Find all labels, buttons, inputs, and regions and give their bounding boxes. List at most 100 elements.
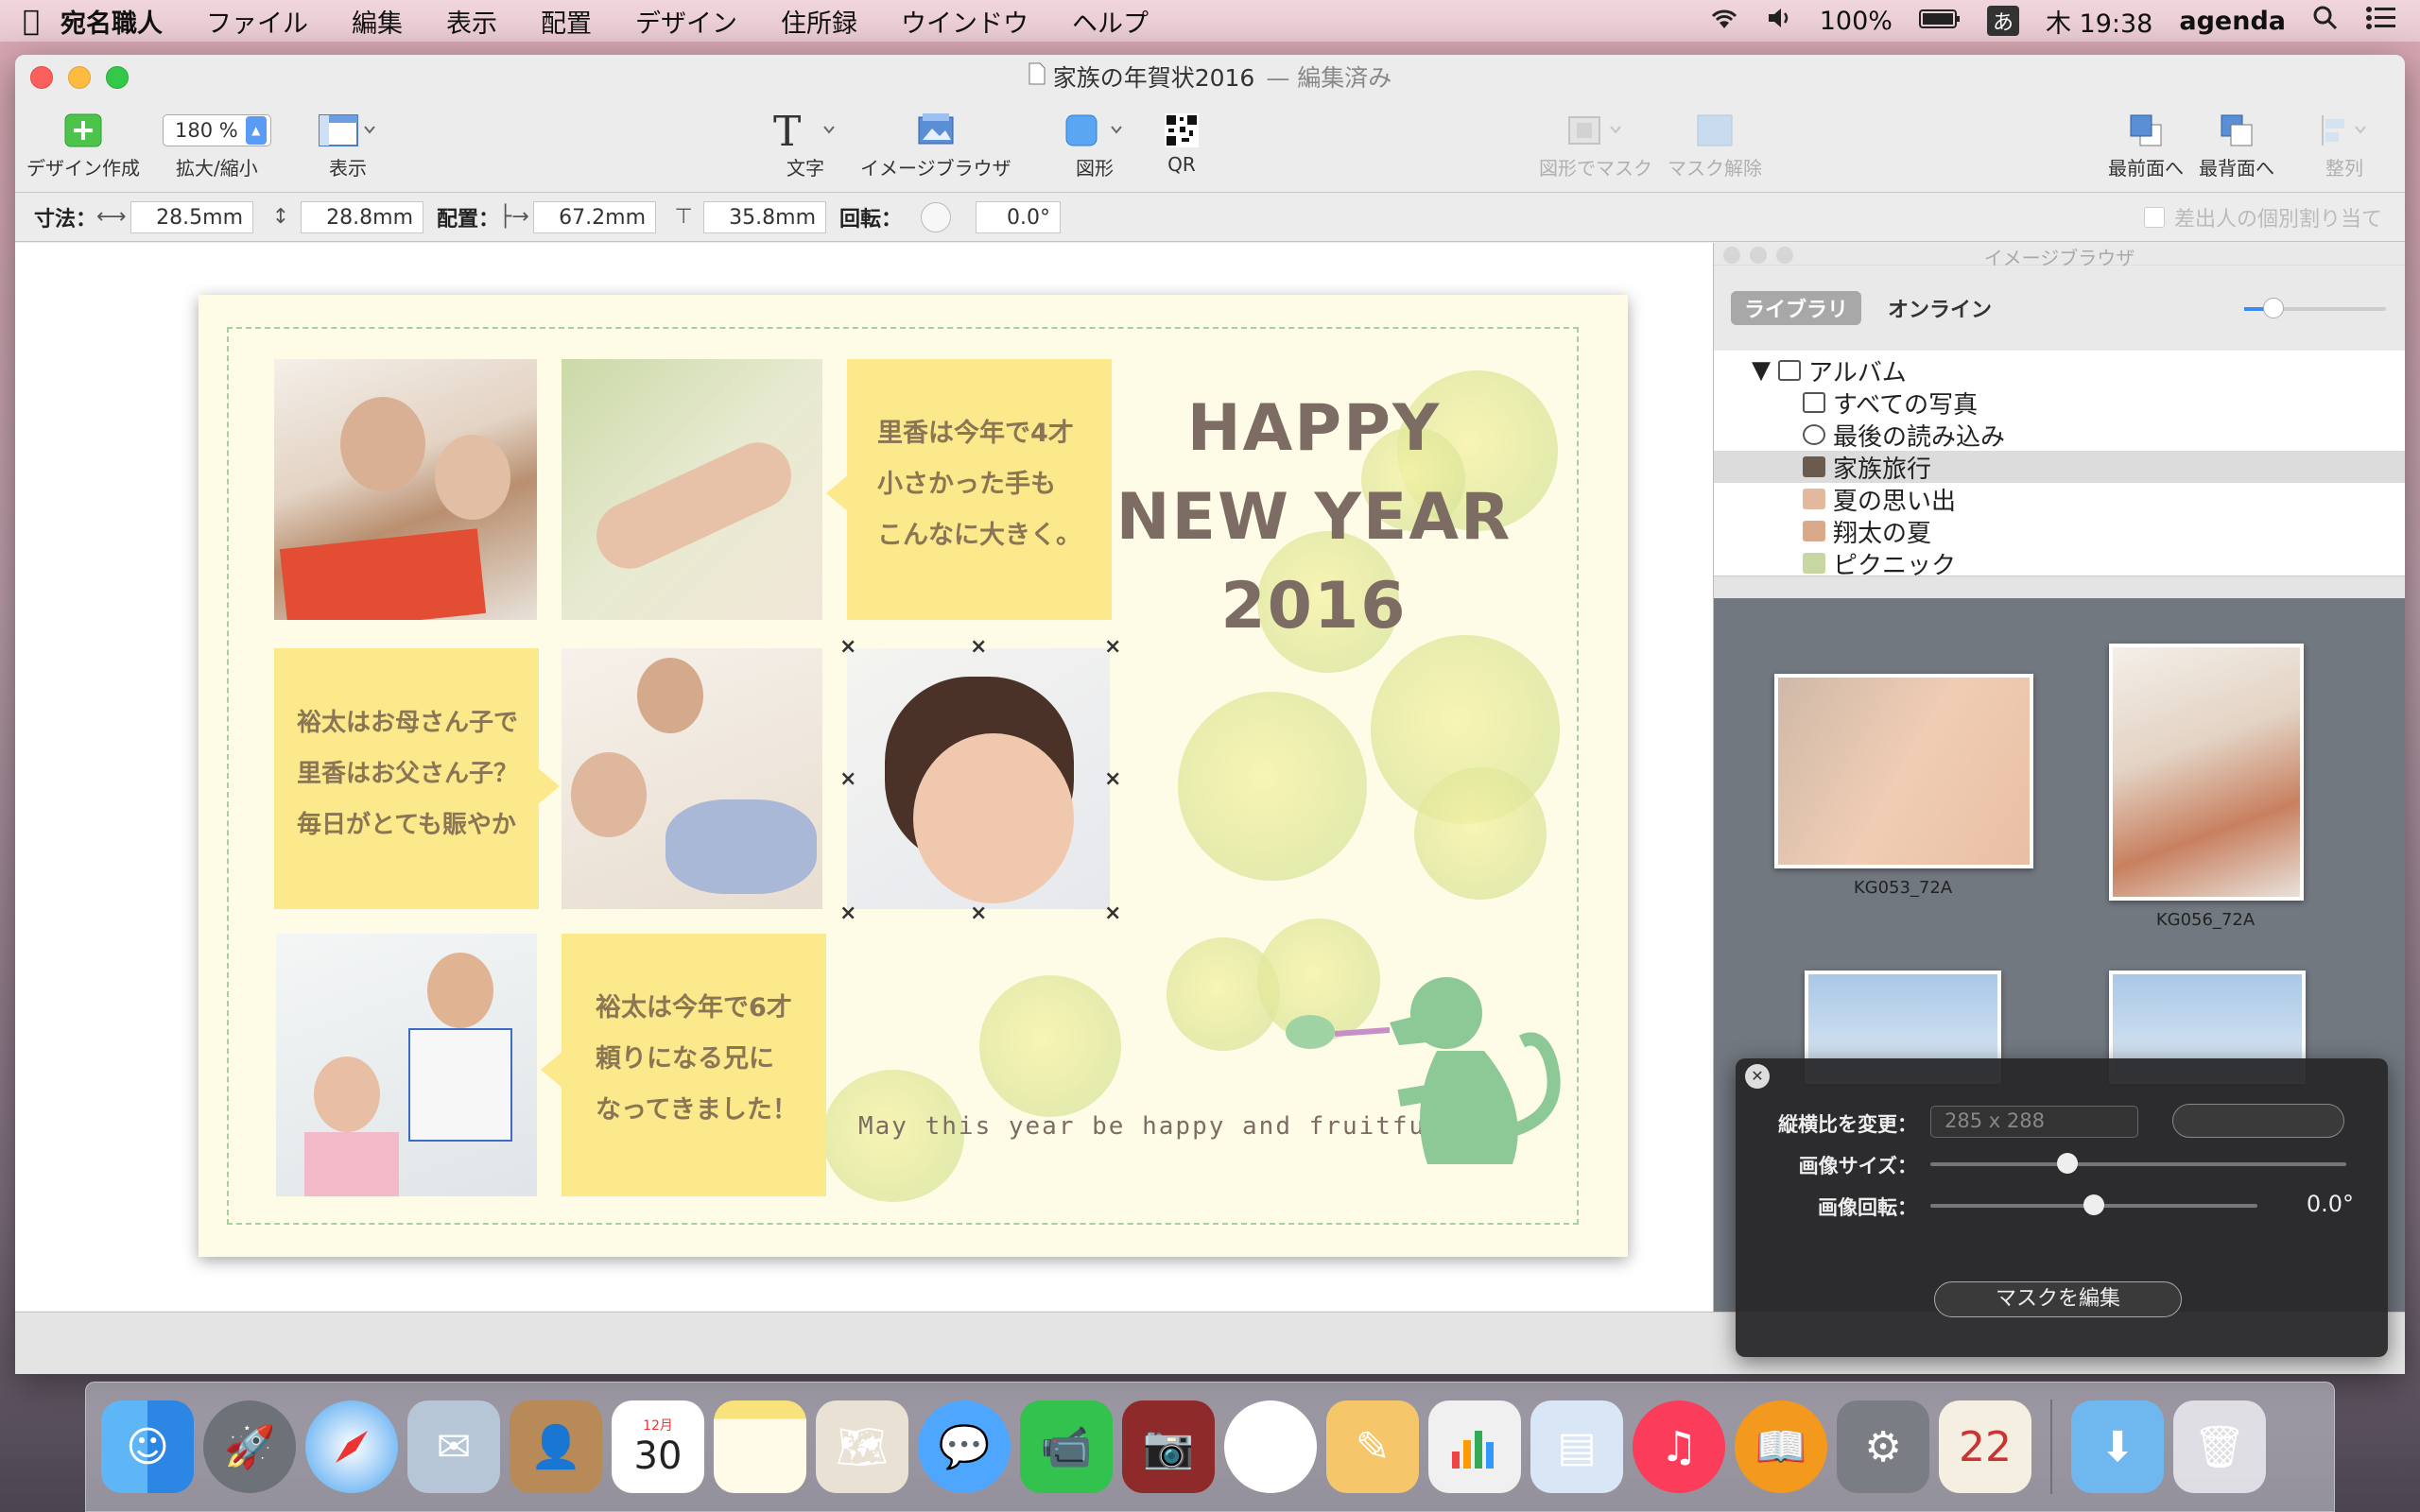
contacts-icon[interactable]: 👤 [510, 1400, 602, 1493]
happy-new-year-text[interactable]: HAPPY NEW YEAR 2016 [1115, 385, 1512, 651]
image-size-slider[interactable] [1930, 1162, 2346, 1166]
zoom-control[interactable]: 180 % ▲ 拡大/縮小 [163, 108, 271, 180]
notes-icon[interactable] [714, 1400, 806, 1493]
width-field[interactable]: 28.5mm [130, 200, 254, 233]
minimize-window-button[interactable] [68, 66, 91, 89]
thumbnail-size-slider[interactable] [2244, 298, 2386, 318]
x-position-field[interactable]: 67.2mm [533, 200, 657, 233]
speech-bubble-rika[interactable]: 里香は今年で4才 小さかった手も こんなに大きく。 [847, 359, 1112, 620]
menu-view[interactable]: 表示 [446, 3, 497, 40]
postcard[interactable]: 里香は今年で4才 小さかった手も こんなに大きく。 裕太はお母さん子で 里香はお… [199, 295, 1628, 1257]
wifi-icon[interactable] [1708, 6, 1740, 37]
image-browser-button[interactable]: イメージブラウザ [860, 108, 1011, 180]
tree-row-album[interactable]: ▼ アルバム [1714, 354, 2405, 387]
tab-online[interactable]: オンライン [1888, 293, 1992, 323]
safari-icon[interactable] [305, 1400, 398, 1493]
shape-tool-button[interactable]: 図形 [1061, 108, 1129, 180]
tree-row-all-photos[interactable]: すべての写真 [1714, 387, 2405, 420]
tree-row-shota-summer[interactable]: 翔太の夏 [1714, 515, 2405, 548]
itunes-icon[interactable]: ♫ [1633, 1400, 1725, 1493]
speech-bubble-yuta-rika[interactable]: 裕太はお母さん子で 里香はお父さん子？ 毎日がとても賑やか [274, 648, 539, 909]
atena-shokunin-icon[interactable]: 22 [1939, 1400, 2031, 1493]
selection-handle[interactable]: × [970, 902, 987, 925]
sender-assign-checkbox[interactable]: 差出人の個別割り当て [2143, 202, 2382, 232]
thumbnail-kg056[interactable] [2109, 644, 2304, 901]
rotation-field[interactable]: 0.0° [976, 200, 1062, 233]
menu-help[interactable]: ヘルプ [1072, 3, 1149, 40]
messages-icon[interactable]: 💬 [918, 1400, 1011, 1493]
mail-icon[interactable]: ✉ [407, 1400, 500, 1493]
menu-user-name[interactable]: agenda [2179, 7, 2286, 36]
launchpad-icon[interactable]: 🚀 [203, 1400, 296, 1493]
selection-handle[interactable]: × [839, 767, 856, 791]
system-preferences-icon[interactable]: ⚙ [1837, 1400, 1929, 1493]
maps-icon[interactable]: 🗺 [816, 1400, 908, 1493]
photo-girl-smiling[interactable] [847, 648, 1110, 909]
zoom-stepper-icon[interactable]: ▲ [245, 116, 267, 145]
close-icon[interactable]: ✕ [1745, 1064, 1770, 1089]
aspect-ratio-button[interactable] [2172, 1104, 2344, 1138]
finder-icon[interactable]: ☺ [101, 1400, 194, 1493]
tree-row-last-import[interactable]: 最後の読み込み [1714, 419, 2405, 452]
image-size-slider-knob[interactable] [2057, 1153, 2079, 1174]
design-canvas[interactable]: 里香は今年で4才 小さかった手も こんなに大きく。 裕太はお母さん子で 里香はお… [15, 243, 1715, 1311]
trash-icon[interactable]: 🗑 [2173, 1400, 2266, 1493]
text-tool-button[interactable]: T 文字 [771, 108, 839, 180]
panel-minimize-button[interactable] [1750, 247, 1767, 264]
menu-window[interactable]: ウインドウ [901, 3, 1028, 40]
selection-handle[interactable]: × [839, 635, 856, 659]
photo-father-son-reading[interactable] [274, 359, 537, 620]
selection-handle[interactable]: × [839, 902, 856, 925]
menu-address-book[interactable]: 住所録 [781, 3, 857, 40]
apple-menu-icon[interactable]:  [23, 5, 60, 38]
monkey-illustration[interactable] [1267, 947, 1579, 1183]
rotation-dial[interactable] [921, 201, 952, 232]
menu-file[interactable]: ファイル [206, 3, 308, 40]
bring-to-front-button[interactable]: 最前面へ [2108, 108, 2184, 180]
speech-bubble-yuta[interactable]: 裕太は今年で6才 頼りになる兄に なってきました！ [562, 934, 826, 1196]
numbers-icon[interactable] [1428, 1400, 1521, 1493]
facetime-icon[interactable]: 📹 [1020, 1400, 1113, 1493]
disclosure-triangle-icon[interactable]: ▼ [1752, 356, 1771, 385]
height-field[interactable]: 28.8mm [301, 200, 424, 233]
menu-clock[interactable]: 木 19:38 [2046, 3, 2152, 40]
design-create-button[interactable]: デザイン作成 [26, 108, 140, 180]
send-to-back-button[interactable]: 最背面へ [2199, 108, 2274, 180]
menu-app-name[interactable]: 宛名職人 [60, 3, 163, 40]
close-window-button[interactable] [30, 66, 53, 89]
spotlight-search-icon[interactable] [2312, 5, 2339, 38]
thumbnail-kg053[interactable] [1774, 674, 2033, 868]
menu-edit[interactable]: 編集 [352, 3, 403, 40]
tree-row-summer-memories[interactable]: 夏の思い出 [1714, 483, 2405, 516]
align-button[interactable]: 整列 [2316, 108, 2373, 180]
downloads-folder-icon[interactable]: ⬇ [2071, 1400, 2164, 1493]
tab-library[interactable]: ライブラリ [1731, 291, 1862, 325]
selection-handle[interactable]: × [1104, 902, 1121, 925]
image-rotate-slider-knob[interactable] [2083, 1194, 2104, 1215]
ibooks-icon[interactable]: 📖 [1735, 1400, 1827, 1493]
selection-handle[interactable]: × [1104, 767, 1121, 791]
menu-design[interactable]: デザイン [635, 3, 737, 40]
keynote-icon[interactable]: ▤ [1530, 1400, 1623, 1493]
panel-zoom-button[interactable] [1776, 247, 1793, 264]
photo-holding-hands[interactable] [562, 359, 822, 620]
zoom-value[interactable]: 180 % [175, 119, 238, 142]
selection-handle[interactable]: × [970, 635, 987, 659]
zoom-window-button[interactable] [106, 66, 129, 89]
checkbox-box[interactable] [2143, 206, 2165, 228]
photo-booth-icon[interactable]: 📷 [1122, 1400, 1215, 1493]
input-method-indicator[interactable]: あ [1986, 6, 2019, 36]
tree-row-family-trip[interactable]: 家族旅行 [1714, 451, 2405, 484]
volume-icon[interactable] [1767, 6, 1793, 37]
aspect-ratio-select[interactable]: 285 x 288 [1930, 1106, 2138, 1138]
mask-with-shape-button[interactable]: 図形でマスク [1539, 108, 1652, 180]
edit-mask-button[interactable]: マスクを編集 [1934, 1281, 2182, 1317]
tree-row-picnic[interactable]: ピクニック [1714, 547, 2405, 580]
view-button[interactable]: 表示 [318, 108, 378, 180]
qr-code-button[interactable]: QR [1165, 108, 1199, 176]
battery-percent[interactable]: 100% [1820, 7, 1893, 36]
panel-close-button[interactable] [1723, 247, 1740, 264]
photo-family-lying[interactable] [562, 648, 822, 909]
battery-icon[interactable] [1918, 7, 1961, 36]
photo-kids-playing[interactable] [276, 934, 537, 1196]
